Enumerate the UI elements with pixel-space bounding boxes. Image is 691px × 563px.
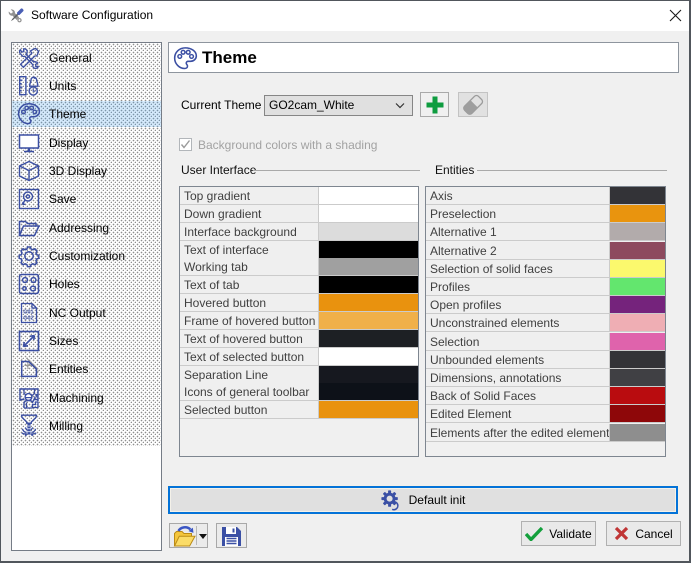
svg-text:G02: G02 — [23, 315, 33, 321]
